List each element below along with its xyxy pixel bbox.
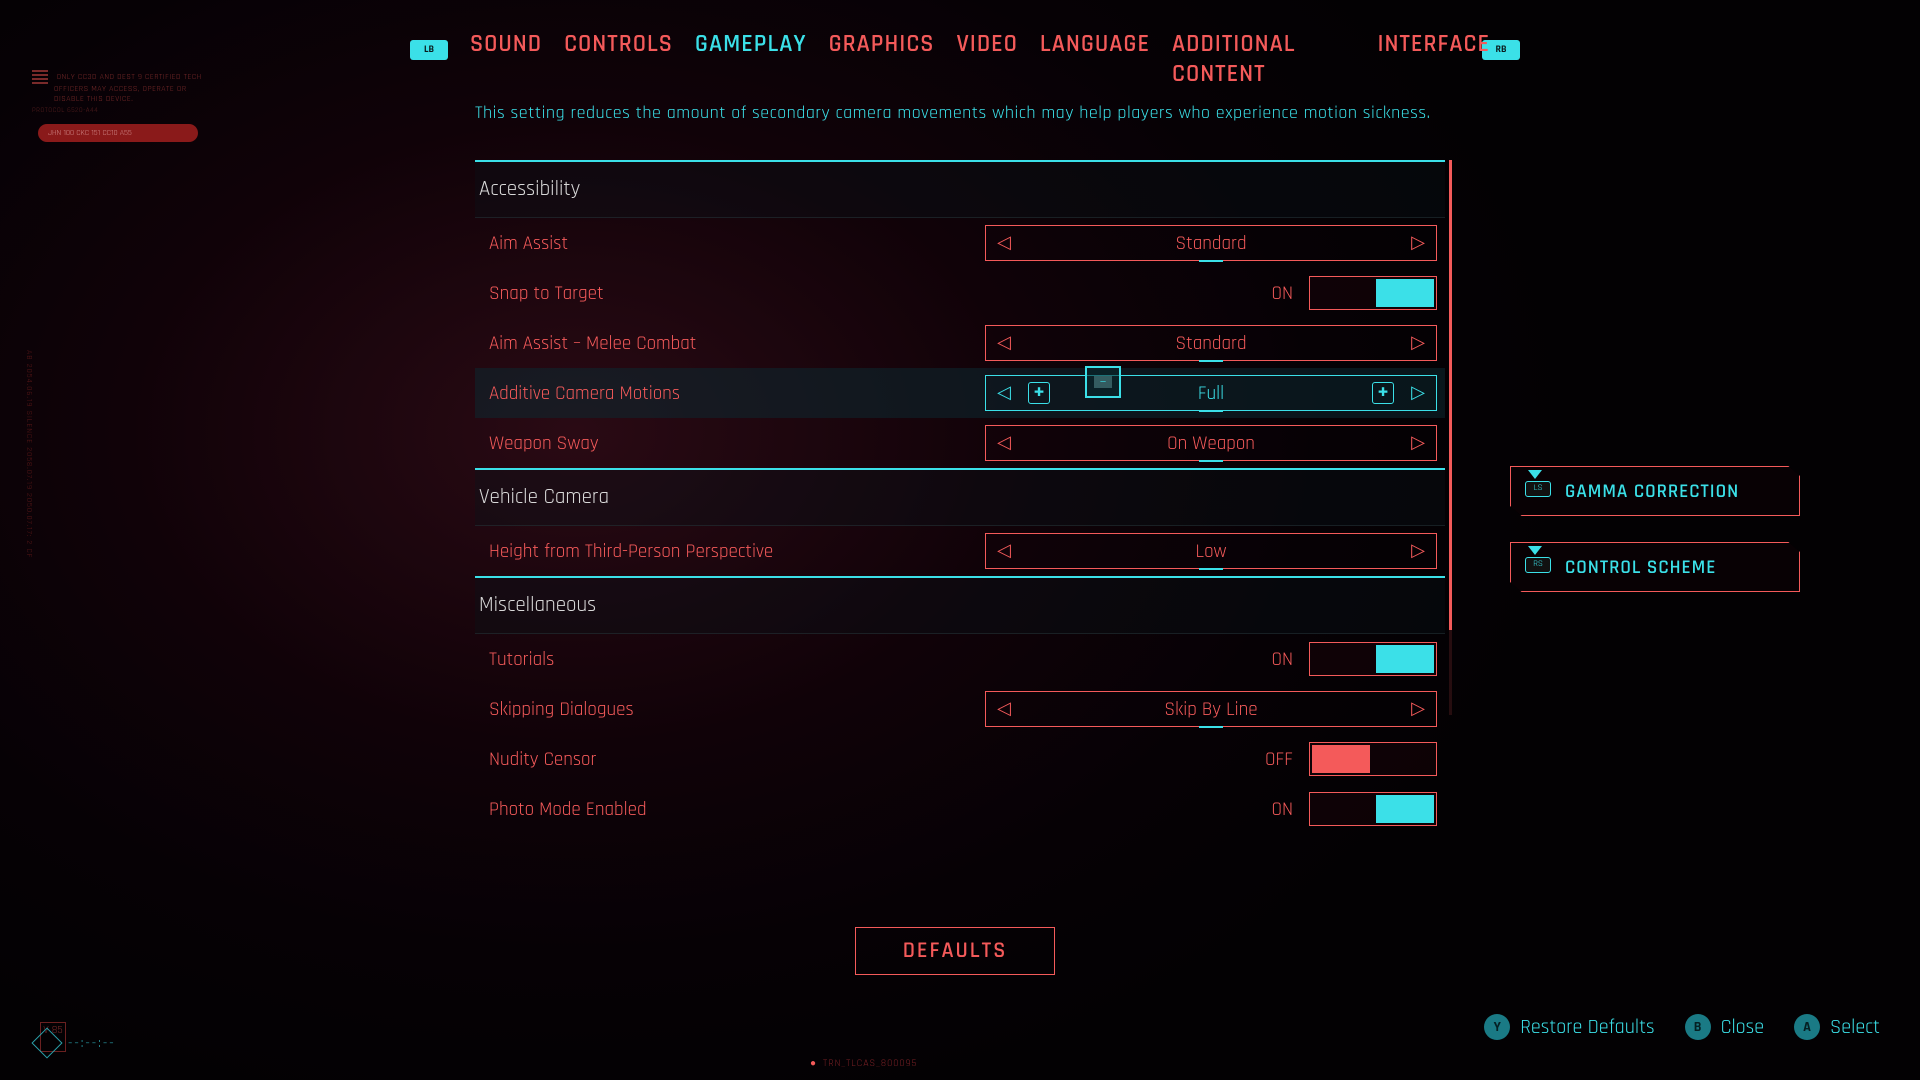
hint-restore-label: Restore Defaults [1520, 1014, 1654, 1040]
button-hints: Y Restore Defaults B Close A Select [1484, 1014, 1880, 1040]
tab-controls[interactable]: CONTROLS [564, 30, 673, 60]
row-height-tp[interactable]: Height from Third-Person Perspective ◁ L… [475, 526, 1445, 576]
selector-additive-camera[interactable]: − ◁ ✚ Full ✚ ▷ [985, 375, 1437, 411]
hex-icon [31, 1027, 62, 1058]
selector-height-tp[interactable]: ◁ Low ▷ [985, 533, 1437, 569]
tab-language[interactable]: LANGUAGE [1040, 30, 1150, 60]
row-tutorials[interactable]: Tutorials ON [475, 634, 1445, 684]
toggle-state-snap: ON [1271, 281, 1293, 306]
tab-interface[interactable]: INTERFACE [1377, 30, 1490, 60]
selector-aim-melee[interactable]: ◁ Standard ▷ [985, 325, 1437, 361]
arrow-left-icon[interactable]: ◁ [986, 698, 1022, 721]
arrow-right-icon[interactable]: ▷ [1400, 332, 1436, 355]
label-weapon-sway: Weapon Sway [489, 431, 985, 456]
selector-aim-assist[interactable]: ◁ Standard ▷ [985, 225, 1437, 261]
side-gamma-label: GAMMA CORRECTION [1565, 479, 1739, 504]
side-control-button[interactable]: RS CONTROL SCHEME [1510, 542, 1800, 592]
label-snap-target: Snap to Target [489, 281, 1271, 306]
value-additive-camera: Full [1056, 381, 1366, 406]
hint-restore: Y Restore Defaults [1484, 1014, 1654, 1040]
dpad-left-icon: ✚ [1028, 382, 1050, 404]
scrollbar[interactable] [1449, 160, 1452, 715]
selector-skipping[interactable]: ◁ Skip By Line ▷ [985, 691, 1437, 727]
label-aim-melee: Aim Assist – Melee Combat [489, 331, 985, 356]
tab-sound[interactable]: SOUND [470, 30, 542, 60]
deco-badge: JHN 100 CKC 151 CC10 A55 [38, 124, 198, 142]
b-button-icon: B [1685, 1014, 1711, 1040]
hint-close-label: Close [1721, 1014, 1764, 1040]
side-control-label: CONTROL SCHEME [1565, 555, 1716, 580]
row-snap-target[interactable]: Snap to Target ON [475, 268, 1445, 318]
row-photo[interactable]: Photo Mode Enabled ON [475, 784, 1445, 834]
value-aim-melee: Standard [1022, 331, 1400, 356]
deco-top-left: ONLY CC3D AND DEST 9 CERTIFIED TECH OFFI… [32, 70, 202, 115]
row-additive-camera[interactable]: Additive Camera Motions − ◁ ✚ Full ✚ ▷ [475, 368, 1445, 418]
dots-deco: --:--:-- [68, 1034, 116, 1052]
deco-bottom-code: ●TRN_TLCAS_800095 [810, 1058, 917, 1070]
section-vehicle: Vehicle Camera [475, 468, 1445, 526]
arrow-right-icon[interactable]: ▷ [1400, 540, 1436, 563]
value-skipping: Skip By Line [1022, 697, 1400, 722]
label-tutorials: Tutorials [489, 647, 1271, 672]
lb-badge: LB [410, 40, 448, 60]
arrow-left-icon[interactable]: ◁ [986, 540, 1022, 563]
defaults-button[interactable]: DEFAULTS [855, 927, 1055, 975]
deco-side-text: AB 2054.06.19 SILENCE 2058.07.19 2050.07… [24, 350, 34, 558]
toggle-tutorials[interactable] [1309, 642, 1437, 676]
tab-additional[interactable]: ADDITIONAL CONTENT [1172, 30, 1355, 90]
scrollbar-thumb[interactable] [1449, 160, 1452, 630]
arrow-right-icon[interactable]: ▷ [1400, 232, 1436, 255]
arrow-left-icon[interactable]: ◁ [986, 382, 1022, 405]
row-nudity[interactable]: Nudity Censor OFF [475, 734, 1445, 784]
stick-ls-icon: LS [1525, 481, 1551, 497]
row-aim-assist[interactable]: Aim Assist ◁ Standard ▷ [475, 218, 1445, 268]
section-accessibility: Accessibility [475, 160, 1445, 218]
top-nav: SOUND CONTROLS GAMEPLAY GRAPHICS VIDEO L… [470, 30, 1490, 90]
setting-description: This setting reduces the amount of secon… [475, 102, 1431, 125]
label-aim-assist: Aim Assist [489, 231, 985, 256]
hint-select-label: Select [1830, 1014, 1880, 1040]
arrow-right-icon[interactable]: ▷ [1400, 432, 1436, 455]
chevron-down-icon [1528, 546, 1542, 555]
hint-close: B Close [1685, 1014, 1764, 1040]
arrow-right-icon[interactable]: ▷ [1400, 382, 1436, 405]
toggle-snap-target[interactable] [1309, 276, 1437, 310]
settings-panel: Accessibility Aim Assist ◁ Standard ▷ Sn… [475, 160, 1445, 834]
toggle-nudity[interactable] [1309, 742, 1437, 776]
arrow-left-icon[interactable]: ◁ [986, 432, 1022, 455]
side-gamma-button[interactable]: LS GAMMA CORRECTION [1510, 466, 1800, 516]
a-button-icon: A [1794, 1014, 1820, 1040]
row-weapon-sway[interactable]: Weapon Sway ◁ On Weapon ▷ [475, 418, 1445, 468]
label-height-tp: Height from Third-Person Perspective [489, 539, 985, 564]
section-misc: Miscellaneous [475, 576, 1445, 634]
label-additive-camera: Additive Camera Motions [489, 381, 985, 406]
value-weapon-sway: On Weapon [1022, 431, 1400, 456]
deco-bottom-left: --:--:-- [36, 1032, 116, 1054]
arrow-left-icon[interactable]: ◁ [986, 232, 1022, 255]
chevron-down-icon [1528, 470, 1542, 479]
row-skipping[interactable]: Skipping Dialogues ◁ Skip By Line ▷ [475, 684, 1445, 734]
stick-rs-icon: RS [1525, 557, 1551, 573]
toggle-state-photo: ON [1271, 797, 1293, 822]
tab-gameplay[interactable]: GAMEPLAY [695, 30, 807, 60]
label-skipping: Skipping Dialogues [489, 697, 985, 722]
value-height-tp: Low [1022, 539, 1400, 564]
tab-video[interactable]: VIDEO [956, 30, 1017, 60]
label-photo: Photo Mode Enabled [489, 797, 1271, 822]
hint-select: A Select [1794, 1014, 1880, 1040]
value-aim-assist: Standard [1022, 231, 1400, 256]
y-button-icon: Y [1484, 1014, 1510, 1040]
toggle-state-tutorials: ON [1271, 647, 1293, 672]
arrow-left-icon[interactable]: ◁ [986, 332, 1022, 355]
tab-graphics[interactable]: GRAPHICS [829, 30, 935, 60]
toggle-state-nudity: OFF [1265, 747, 1293, 772]
toggle-photo[interactable] [1309, 792, 1437, 826]
dpad-right-icon: ✚ [1372, 382, 1394, 404]
selector-weapon-sway[interactable]: ◁ On Weapon ▷ [985, 425, 1437, 461]
arrow-right-icon[interactable]: ▷ [1400, 698, 1436, 721]
label-nudity: Nudity Censor [489, 747, 1265, 772]
row-aim-melee[interactable]: Aim Assist – Melee Combat ◁ Standard ▷ [475, 318, 1445, 368]
